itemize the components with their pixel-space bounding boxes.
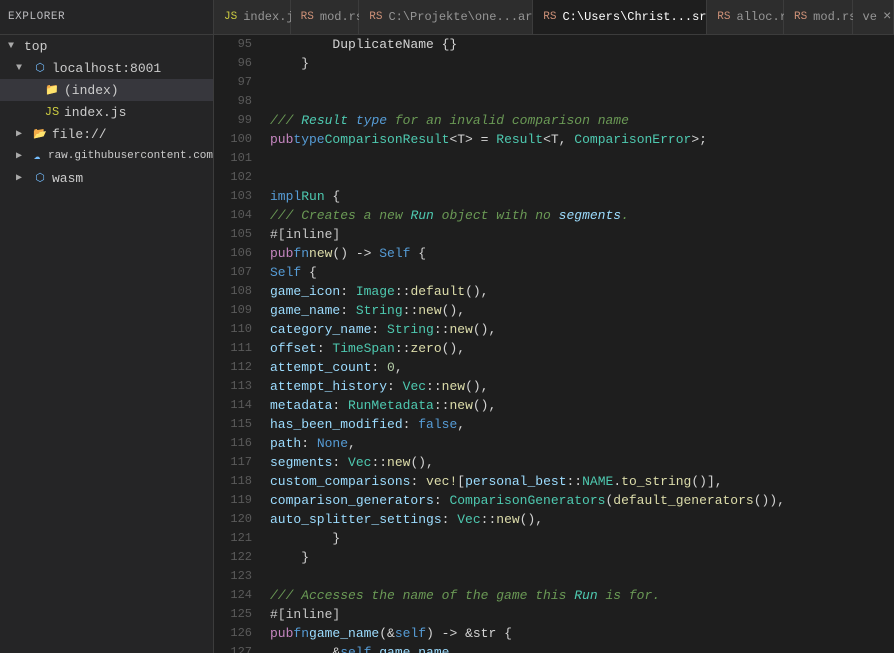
tab-alloc[interactable]: RS alloc.rs × (707, 0, 784, 34)
code-line-104: /// Creates a new Run object with no seg… (270, 206, 894, 225)
code-line-126: pub fn game_name(&self) -> &str { (270, 624, 894, 643)
chevron-icon: ▶ (16, 172, 30, 184)
code-line-123 (270, 567, 894, 586)
code-line-100: pub type ComparisonResult<T> = Result<T,… (270, 130, 894, 149)
sidebar-item-label: wasm (52, 171, 83, 186)
code-line-120: auto_splitter_settings: Vec::new(), (270, 510, 894, 529)
line-numbers: 9596979899100101102103104105106107108109… (214, 35, 262, 653)
code-line-108: game_icon: Image::default(), (270, 282, 894, 301)
code-line-114: metadata: RunMetadata::new(), (270, 396, 894, 415)
tab-rs-icon: RS (717, 11, 730, 23)
tab-lib[interactable]: RS C:\Projekte\one...arf\src\lib.rs × (359, 0, 533, 34)
sidebar-item-label: (index) (64, 83, 119, 98)
sidebar-item-label: index.js (64, 105, 126, 120)
sidebar-item-label: file:// (52, 127, 107, 142)
tab-ve[interactable]: ve × (853, 0, 894, 34)
tab-bar: JS index.js × RS mod.rs × RS C:\Projekte… (214, 0, 894, 35)
code-line-98 (270, 92, 894, 111)
tab-label: mod.rs (813, 10, 856, 24)
code-line-121: } (270, 529, 894, 548)
sidebar-item-github[interactable]: ▶ ☁ raw.githubusercontent.com (0, 145, 213, 167)
code-line-119: comparison_generators: ComparisonGenerat… (270, 491, 894, 510)
sidebar-item-top[interactable]: ▼ top (0, 35, 213, 57)
chevron-icon: ▶ (16, 128, 30, 140)
code-line-102 (270, 168, 894, 187)
tab-rs-icon: RS (543, 11, 556, 23)
code-content[interactable]: DuplicateName {} } /// Result type for a… (262, 35, 894, 653)
sidebar-item-label: localhost:8001 (52, 61, 161, 76)
code-line-96: } (270, 54, 894, 73)
tab-js-icon: JS (224, 11, 237, 23)
sidebar-item-label: raw.githubusercontent.com (48, 150, 213, 162)
chevron-icon: ▶ (16, 150, 28, 162)
tab-modrs2[interactable]: RS mod.rs × (784, 0, 853, 34)
sidebar-item-wasm[interactable]: ▶ ⬡ wasm (0, 167, 213, 189)
chevron-icon: ▼ (16, 63, 30, 74)
tab-label: ve (863, 10, 877, 24)
code-line-125: #[inline] (270, 605, 894, 624)
folder-icon: 📂 (32, 126, 48, 142)
code-line-112: attempt_count: 0, (270, 358, 894, 377)
tab-indexjs[interactable]: JS index.js × (214, 0, 291, 34)
code-line-107: Self { (270, 263, 894, 282)
sidebar-item-localhost[interactable]: ▼ ⬡ localhost:8001 (0, 57, 213, 79)
sidebar-item-label: top (24, 39, 47, 54)
chevron-icon: ▼ (8, 41, 22, 52)
code-line-109: game_name: String::new(), (270, 301, 894, 320)
editor-area: JS index.js × RS mod.rs × RS C:\Projekte… (214, 0, 894, 653)
cloud-icon: ☁ (30, 148, 44, 164)
tab-modrs-active[interactable]: RS C:\Users\Christ...src\run\mod.rs × (533, 0, 707, 34)
code-line-110: category_name: String::new(), (270, 320, 894, 339)
sidebar: Explorer ▼ top ▼ ⬡ localhost:8001 ▶ 📁 (i… (0, 0, 214, 653)
code-line-103: impl Run { (270, 187, 894, 206)
sidebar-item-index[interactable]: ▶ 📁 (index) (0, 79, 213, 101)
tab-rs-icon: RS (794, 11, 807, 23)
tab-label: mod.rs (320, 10, 363, 24)
code-line-118: custom_comparisons: vec![personal_best::… (270, 472, 894, 491)
code-line-124: /// Accesses the name of the game this R… (270, 586, 894, 605)
js-file-icon: JS (44, 104, 60, 120)
sidebar-header: Explorer (0, 0, 213, 35)
code-line-127: &self.game_name (270, 643, 894, 653)
tab-modrs1[interactable]: RS mod.rs × (291, 0, 360, 34)
code-line-105: #[inline] (270, 225, 894, 244)
code-line-97 (270, 73, 894, 92)
code-line-115: has_been_modified: false, (270, 415, 894, 434)
server-icon: ⬡ (32, 60, 48, 76)
folder-icon: 📁 (44, 82, 60, 98)
tab-rs-icon: RS (301, 11, 314, 23)
code-line-101 (270, 149, 894, 168)
tab-close-button[interactable]: × (883, 9, 891, 25)
code-line-99: /// Result type for an invalid compariso… (270, 111, 894, 130)
sidebar-item-file[interactable]: ▶ 📂 file:// (0, 123, 213, 145)
code-line-111: offset: TimeSpan::zero(), (270, 339, 894, 358)
code-line-113: attempt_history: Vec::new(), (270, 377, 894, 396)
wasm-icon: ⬡ (32, 170, 48, 186)
code-line-122: } (270, 548, 894, 567)
code-line-95: DuplicateName {} (270, 35, 894, 54)
tab-rs-icon: RS (369, 11, 382, 23)
code-line-106: pub fn new() -> Self { (270, 244, 894, 263)
code-line-116: path: None, (270, 434, 894, 453)
code-line-117: segments: Vec::new(), (270, 453, 894, 472)
sidebar-item-indexjs[interactable]: ▶ JS index.js (0, 101, 213, 123)
code-editor[interactable]: 9596979899100101102103104105106107108109… (214, 35, 894, 653)
